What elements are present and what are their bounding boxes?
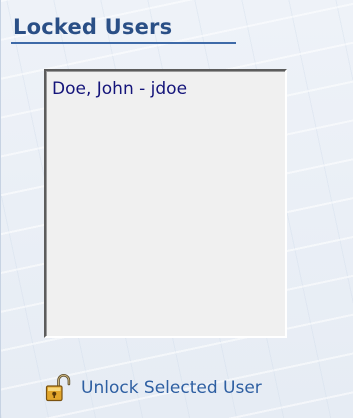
panel-title: Locked Users [13,15,173,39]
panel-header: Locked Users [1,0,353,44]
list-item[interactable]: Doe, John - jdoe [52,78,187,100]
locked-users-listbox[interactable]: Doe, John - jdoe [44,69,287,338]
locked-users-panel: Locked Users Doe, John - jdoe Unlock Sel… [0,0,353,418]
title-underline [11,42,236,44]
unlock-selected-user-label: Unlock Selected User [81,378,262,398]
unlock-selected-user-button[interactable]: Unlock Selected User [45,372,262,404]
unlock-icon [45,373,71,403]
